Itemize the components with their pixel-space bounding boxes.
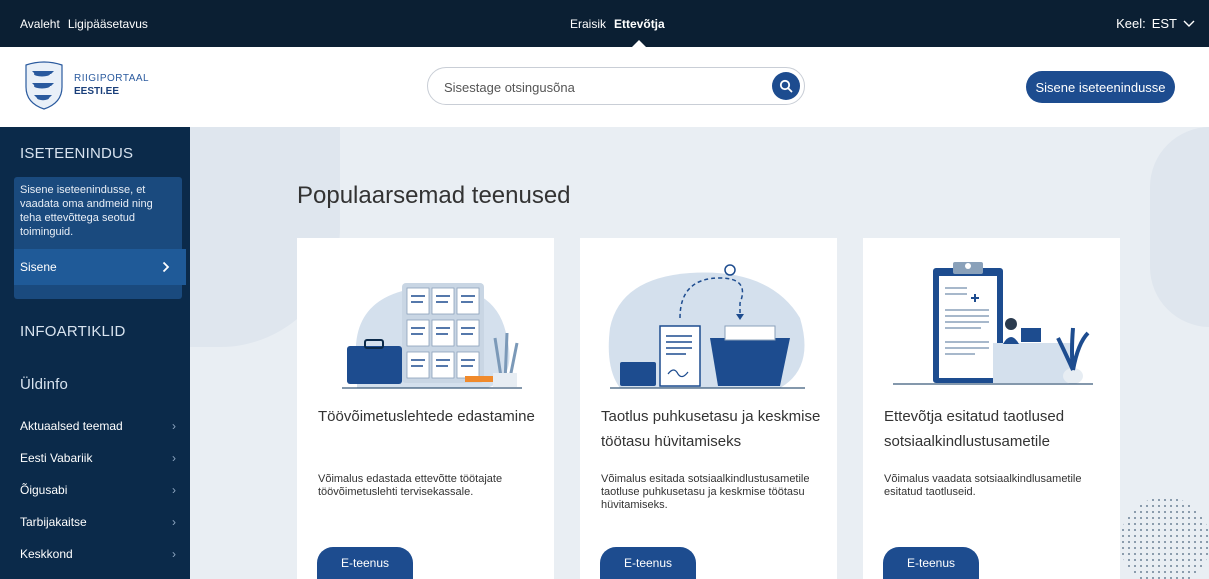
sidebar-item-label: Eesti Vabariik: [20, 451, 93, 465]
sidebar-item-label: Keskkond: [20, 547, 73, 561]
audience-switch: Eraisik Ettevõtja: [570, 0, 665, 47]
service-card-applications: Ettevõtja esitatud taotlused sotsiaalkin…: [863, 238, 1120, 579]
chevron-right-icon: ›: [172, 483, 176, 497]
card-title[interactable]: Taotlus puhkusetasu ja keskmise töötasu …: [601, 404, 826, 454]
sidebar-item-legal-aid[interactable]: Õigusabi ›: [0, 474, 190, 506]
site-header: RIIGIPORTAAL EESTI.EE Sisene iseteenindu…: [0, 47, 1209, 127]
e-service-button[interactable]: E-teenus: [600, 547, 696, 579]
search-input[interactable]: [444, 77, 764, 97]
sidebar-enter-button[interactable]: Sisene: [14, 249, 186, 285]
coat-of-arms-icon: [25, 61, 63, 110]
main-content: Populaarsemad teenused Töövõimetuslehted…: [190, 127, 1209, 579]
chevron-right-icon: ›: [172, 515, 176, 529]
top-links: Avaleht Ligipääsetavus: [20, 0, 148, 47]
sidebar-item-current-topics[interactable]: Aktuaalsed teemad ›: [0, 410, 190, 442]
sidebar-section-articles: INFOARTIKLID: [20, 323, 126, 340]
sidebar: ISETEENINDUS Sisene iseteenindusse, et v…: [0, 127, 190, 579]
card-description: Võimalus esitada sotsiaalkindlustusameti…: [601, 473, 810, 511]
language-label: Keel:: [1116, 16, 1146, 31]
language-value[interactable]: EST: [1152, 16, 1177, 31]
service-card-sick-leave: Töövõimetuslehtede edastamine Võimalus e…: [297, 238, 554, 579]
sidebar-item-label: Tarbijakaitse: [20, 515, 87, 529]
logo-line1: RIIGIPORTAAL: [74, 73, 150, 84]
logo-line2: EESTI.EE: [74, 86, 120, 97]
login-button[interactable]: Sisene iseteenindusse: [1026, 71, 1175, 103]
card-title[interactable]: Töövõimetuslehtede edastamine: [318, 404, 543, 429]
sidebar-item-republic[interactable]: Eesti Vabariik ›: [0, 442, 190, 474]
e-service-button[interactable]: E-teenus: [317, 547, 413, 579]
site-logo[interactable]: RIIGIPORTAAL EESTI.EE: [22, 59, 149, 111]
sidebar-section-general[interactable]: Üldinfo: [20, 376, 68, 393]
document-transfer-illustration: [608, 264, 805, 389]
link-home[interactable]: Avaleht: [20, 17, 60, 31]
search-button[interactable]: [772, 72, 800, 100]
clipboard-office-illustration: [893, 262, 1093, 385]
sidebar-item-environment[interactable]: Keskkond ›: [0, 538, 190, 570]
decorative-blob: [1150, 127, 1209, 327]
search-bar: [427, 67, 805, 105]
page-title: Populaarsemad teenused: [297, 182, 571, 209]
chevron-right-icon: [162, 261, 170, 273]
service-card-holiday-pay: Taotlus puhkusetasu ja keskmise töötasu …: [580, 238, 837, 579]
audience-business[interactable]: Ettevõtja: [614, 17, 665, 47]
e-service-button[interactable]: E-teenus: [883, 547, 979, 579]
chevron-right-icon: ›: [172, 419, 176, 433]
search-icon: [779, 79, 793, 93]
chevron-right-icon: ›: [172, 451, 176, 465]
logo-text: RIIGIPORTAAL EESTI.EE: [74, 72, 149, 98]
decorative-dots: [1120, 497, 1209, 579]
sidebar-section-self-service: ISETEENINDUS: [20, 145, 134, 162]
audience-private[interactable]: Eraisik: [570, 17, 606, 31]
language-selector[interactable]: Keel: EST: [1116, 0, 1195, 47]
chevron-right-icon: ›: [172, 547, 176, 561]
sidebar-item-label: Õigusabi: [20, 483, 68, 497]
top-bar: Avaleht Ligipääsetavus Eraisik Ettevõtja…: [0, 0, 1209, 47]
documents-illustration: [342, 283, 522, 389]
card-description: Võimalus vaadata sotsiaalkindlusametile …: [884, 473, 1082, 498]
self-service-text: Sisene iseteenindusse, et vaadata oma an…: [20, 184, 153, 238]
link-accessibility[interactable]: Ligipääsetavus: [68, 17, 148, 31]
sidebar-item-consumer-protection[interactable]: Tarbijakaitse ›: [0, 506, 190, 538]
sidebar-item-label: Aktuaalsed teemad: [20, 419, 123, 433]
self-service-box: Sisene iseteenindusse, et vaadata oma an…: [14, 177, 186, 299]
sidebar-enter-label: Sisene: [20, 260, 57, 274]
chevron-down-icon: [1183, 20, 1195, 27]
card-title[interactable]: Ettevõtja esitatud taotlused sotsiaalkin…: [884, 404, 1109, 454]
card-description: Võimalus edastada ettevõtte töötajate tö…: [318, 473, 503, 498]
